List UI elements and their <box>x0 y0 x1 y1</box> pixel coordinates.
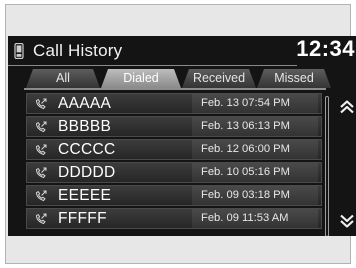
list-item[interactable]: FFFFF Feb. 09 11:53 AM <box>26 208 322 229</box>
dialed-call-icon <box>35 144 47 156</box>
contact-name: CCCCC <box>58 141 116 158</box>
call-datetime: Feb. 13 06:13 PM <box>192 117 318 136</box>
call-datetime: Feb. 13 07:54 PM <box>192 94 318 113</box>
call-datetime: Feb. 09 11:53 AM <box>192 209 318 228</box>
dialed-call-icon <box>35 190 47 202</box>
phone-icon <box>14 43 24 59</box>
tab-label: Received <box>192 71 246 85</box>
tab-label: Missed <box>274 71 314 85</box>
contact-name: BBBBB <box>58 118 112 135</box>
contact-name: FFFFF <box>58 210 107 227</box>
list-item[interactable]: CCCCC Feb. 12 06:00 PM <box>26 139 322 160</box>
dialed-call-icon <box>35 121 47 133</box>
scrollbar[interactable] <box>325 96 329 236</box>
double-chevron-down-icon[interactable] <box>338 213 356 229</box>
dialed-call-icon <box>35 213 47 225</box>
double-chevron-up-icon[interactable] <box>338 99 356 115</box>
contact-name: DDDDD <box>58 164 116 181</box>
call-history-screen: Call History 12:34 All Dialed Received M… <box>8 36 356 236</box>
clock: 12:34 <box>296 36 355 61</box>
list-item[interactable]: EEEEE Feb. 09 03:18 PM <box>26 185 322 206</box>
header-bar: Call History 12:34 <box>8 36 356 66</box>
tab-all[interactable]: All <box>26 69 100 88</box>
tab-received[interactable]: Received <box>182 69 256 88</box>
tab-missed[interactable]: Missed <box>257 69 331 88</box>
dialed-call-icon <box>35 167 47 179</box>
contact-name: AAAAA <box>58 95 112 112</box>
tab-dialed[interactable]: Dialed <box>101 69 181 88</box>
tab-label: All <box>56 71 70 85</box>
contact-name: EEEEE <box>58 187 112 204</box>
tab-baseline <box>24 88 326 90</box>
tab-bar: All Dialed Received Missed <box>8 66 356 90</box>
call-datetime: Feb. 10 05:16 PM <box>192 163 318 182</box>
call-datetime: Feb. 12 06:00 PM <box>192 140 318 159</box>
list-item[interactable]: DDDDD Feb. 10 05:16 PM <box>26 162 322 183</box>
page-title: Call History <box>33 41 123 60</box>
list-item[interactable]: BBBBB Feb. 13 06:13 PM <box>26 116 322 137</box>
call-datetime: Feb. 09 03:18 PM <box>192 186 318 205</box>
list-item[interactable]: AAAAA Feb. 13 07:54 PM <box>26 93 322 114</box>
tab-label: Dialed <box>123 71 159 85</box>
dialed-call-icon <box>35 98 47 110</box>
